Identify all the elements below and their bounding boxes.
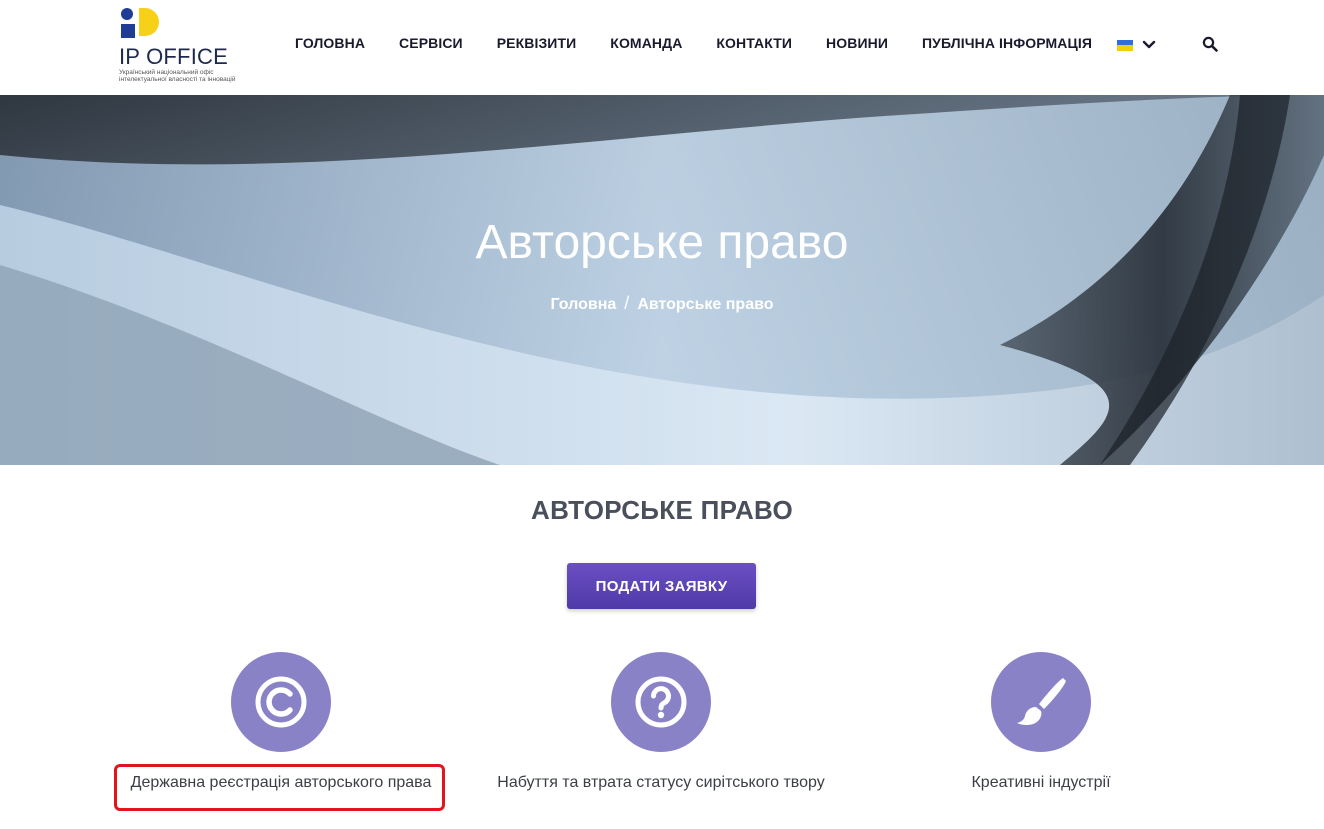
breadcrumb-home-link[interactable]: Головна [551, 296, 617, 313]
paintbrush-icon [1017, 678, 1066, 726]
card-icon-circle [611, 652, 711, 752]
nav-item-home[interactable]: ГОЛОВНА [295, 35, 365, 51]
nav-item-news[interactable]: НОВИНИ [826, 35, 888, 51]
nav-item-team[interactable]: КОМАНДА [610, 35, 682, 51]
card-copyright-registration[interactable]: Державна реєстрація авторського права [111, 652, 451, 792]
logo-text: IP OFFICE [119, 44, 228, 69]
search-icon[interactable] [1202, 36, 1218, 52]
section-title: АВТОРСЬКЕ ПРАВО [531, 495, 793, 525]
copyright-icon [255, 676, 307, 728]
nav-item-requisites[interactable]: РЕКВІЗИТИ [497, 35, 577, 51]
logo-subtitle: Український національний офіс інтелектуа… [119, 69, 236, 83]
nav-item-public-info[interactable]: ПУБЛІЧНА ІНФОРМАЦІЯ [922, 35, 1092, 51]
site-header: IP OFFICE Український національний офіс … [0, 0, 1324, 95]
card-label[interactable]: Державна реєстрація авторського права [111, 774, 451, 792]
hero-background-image [0, 95, 1324, 465]
language-switcher[interactable] [1117, 38, 1156, 52]
card-creative-industries[interactable]: Креативні індустрії [871, 652, 1211, 792]
chevron-down-icon [1142, 40, 1156, 49]
nav-item-contacts[interactable]: КОНТАКТИ [716, 35, 792, 51]
ukraine-flag-icon [1117, 39, 1133, 51]
card-label[interactable]: Набуття та втрата статусу сирітського тв… [491, 774, 831, 792]
breadcrumb-separator: / [624, 293, 630, 313]
card-orphan-work-status[interactable]: Набуття та втрата статусу сирітського тв… [491, 652, 831, 792]
card-icon-circle [991, 652, 1091, 752]
card-label[interactable]: Креативні індустрії [871, 774, 1211, 792]
breadcrumb: Головна / Авторське право [0, 293, 1324, 314]
hero-title: Авторське право [475, 216, 849, 269]
hero-banner: Авторське право Головна / Авторське право [0, 95, 1324, 465]
breadcrumb-current: Авторське право [637, 296, 774, 313]
question-icon [635, 676, 687, 728]
card-icon-circle [231, 652, 331, 752]
submit-application-button[interactable]: ПОДАТИ ЗАЯВКУ [567, 563, 756, 609]
nav-item-services[interactable]: СЕРВІСИ [399, 35, 463, 51]
main-nav: ГОЛОВНА СЕРВІСИ РЕКВІЗИТИ КОМАНДА КОНТАК… [295, 35, 1126, 51]
ip-office-logo[interactable]: IP OFFICE Український національний офіс … [119, 6, 244, 86]
